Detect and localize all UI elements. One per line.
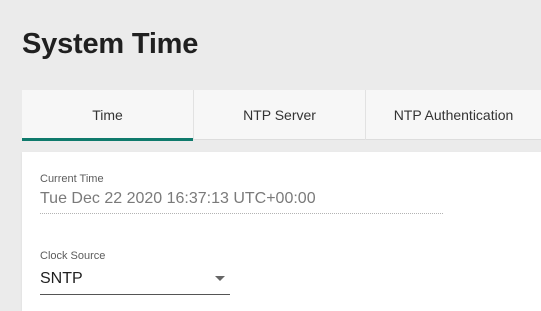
tab-ntp-server[interactable]: NTP Server	[194, 90, 366, 140]
time-settings-card: Current Time Tue Dec 22 2020 16:37:13 UT…	[22, 152, 541, 311]
clock-source-label: Clock Source	[40, 250, 106, 262]
page-title: System Time	[22, 28, 199, 60]
current-time-readonly-underline	[40, 213, 443, 214]
chevron-down-icon[interactable]	[215, 276, 225, 281]
tab-ntp-authentication[interactable]: NTP Authentication	[366, 90, 541, 140]
tab-bar: Time NTP Server NTP Authentication	[22, 90, 541, 141]
current-time-label: Current Time	[40, 173, 104, 185]
current-time-value: Tue Dec 22 2020 16:37:13 UTC+00:00	[40, 190, 316, 207]
clock-source-selected-value: SNTP	[40, 270, 83, 287]
clock-source-select[interactable]: SNTP	[40, 265, 230, 295]
tab-time[interactable]: Time	[22, 90, 194, 141]
